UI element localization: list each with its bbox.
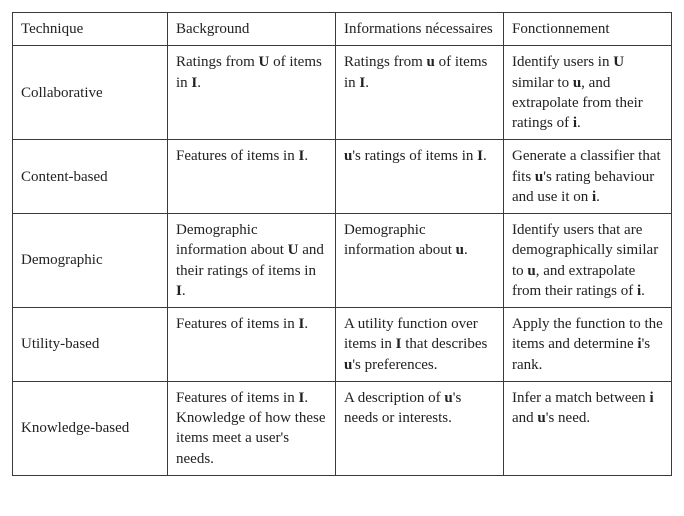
cell-fonctionnement: Apply the function to the items and dete… bbox=[504, 308, 672, 382]
cell-background: Demographic information about U and thei… bbox=[168, 214, 336, 308]
cell-background: Features of items in I. bbox=[168, 308, 336, 382]
col-header-background: Background bbox=[168, 13, 336, 46]
cell-background: Features of items in I. Knowledge of how… bbox=[168, 381, 336, 475]
table-row: Utility-basedFeatures of items in I.A ut… bbox=[13, 308, 672, 382]
cell-technique: Collaborative bbox=[13, 46, 168, 140]
table-row: CollaborativeRatings from U of items in … bbox=[13, 46, 672, 140]
cell-informations: A utility function over items in I that … bbox=[336, 308, 504, 382]
cell-technique: Utility-based bbox=[13, 308, 168, 382]
cell-background: Features of items in I. bbox=[168, 140, 336, 214]
col-header-fonctionnement: Fonctionnement bbox=[504, 13, 672, 46]
cell-informations: A description of u's needs or interests. bbox=[336, 381, 504, 475]
cell-informations: Demographic information about u. bbox=[336, 214, 504, 308]
cell-fonctionnement: Generate a classifier that fits u's rati… bbox=[504, 140, 672, 214]
col-header-informations: Informations nécessaires bbox=[336, 13, 504, 46]
cell-informations: u's ratings of items in I. bbox=[336, 140, 504, 214]
cell-technique: Knowledge-based bbox=[13, 381, 168, 475]
table-row: Knowledge-basedFeatures of items in I. K… bbox=[13, 381, 672, 475]
col-header-technique: Technique bbox=[13, 13, 168, 46]
cell-fonctionnement: Infer a match between i and u's need. bbox=[504, 381, 672, 475]
table-row: DemographicDemographic information about… bbox=[13, 214, 672, 308]
table-row: Content-basedFeatures of items in I.u's … bbox=[13, 140, 672, 214]
recommendation-techniques-table: Technique Background Informations nécess… bbox=[12, 12, 672, 476]
cell-technique: Content-based bbox=[13, 140, 168, 214]
cell-fonctionnement: Identify users that are demographically … bbox=[504, 214, 672, 308]
cell-technique: Demographic bbox=[13, 214, 168, 308]
table-header-row: Technique Background Informations nécess… bbox=[13, 13, 672, 46]
table-body: CollaborativeRatings from U of items in … bbox=[13, 46, 672, 476]
cell-fonctionnement: Identify users in U similar to u, and ex… bbox=[504, 46, 672, 140]
cell-informations: Ratings from u of items in I. bbox=[336, 46, 504, 140]
cell-background: Ratings from U of items in I. bbox=[168, 46, 336, 140]
